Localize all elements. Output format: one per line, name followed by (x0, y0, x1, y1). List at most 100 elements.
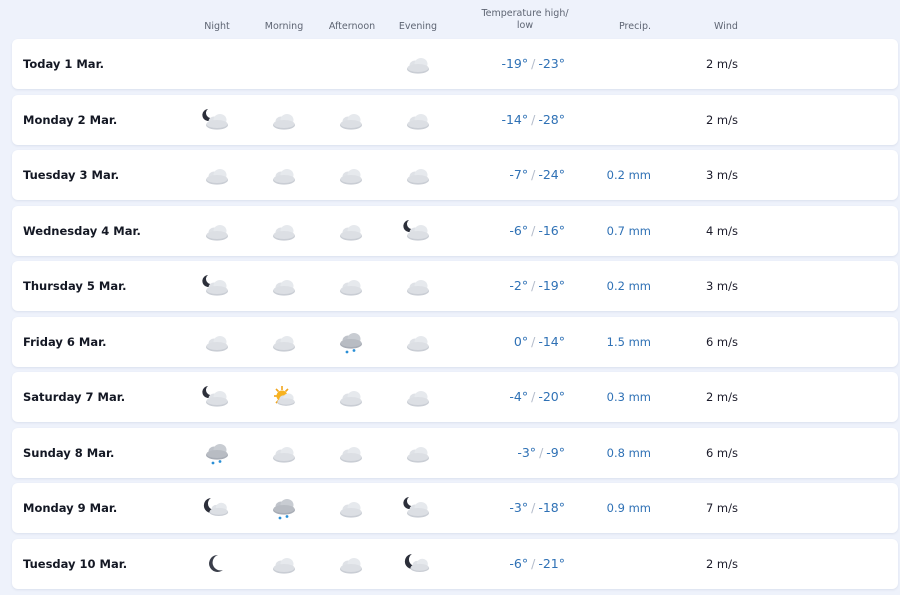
cloudy-icon (336, 439, 366, 467)
cloudy-icon (269, 161, 299, 189)
day-label: Friday 6 Mar. (23, 334, 107, 349)
cloudy-icon (336, 161, 366, 189)
forecast-row[interactable]: Monday 9 Mar. -3° / -18° 0.9 mm 7 m/s (12, 483, 898, 533)
header-night: Night (204, 21, 230, 32)
temperature-separator: / (531, 167, 536, 182)
day-label: Monday 9 Mar. (23, 501, 118, 515)
temperature-range: -3° / -18° (509, 483, 565, 533)
temperature-low: -21° (538, 555, 565, 571)
cloudy-night-icon (202, 383, 232, 411)
cloudy-icon (202, 328, 232, 356)
day-label: Tuesday 10 Mar. (23, 556, 128, 571)
precipitation-value: 0.2 mm (606, 279, 651, 293)
temperature-range: -19° / -23° (501, 39, 565, 89)
temperature-high: -4° (509, 389, 529, 404)
precipitation-value: 0.8 mm (606, 445, 651, 460)
cloudy-icon (269, 328, 299, 356)
light-rain-icon (336, 328, 366, 356)
partly-sunny-icon (269, 383, 299, 411)
cloudy-icon (403, 161, 433, 189)
temperature-range: -4° / -20° (509, 372, 565, 422)
day-label: Sunday 8 Mar. (23, 445, 115, 460)
header-temperature-line2: low (516, 20, 534, 31)
cloudy-icon (269, 550, 299, 578)
cloudy-icon (269, 439, 299, 467)
forecast-row[interactable]: Tuesday 3 Mar. -7° / -24° 0.2 mm 3 m/s (12, 150, 898, 200)
wind-speed: 3 m/s (705, 279, 738, 293)
cloudy-icon (269, 217, 299, 245)
cloudy-night-icon (403, 217, 433, 245)
wind-speed: 2 m/s (705, 57, 738, 71)
day-label: Thursday 5 Mar. (23, 279, 127, 293)
temperature-range: -6° / -21° (509, 539, 565, 589)
temperature-separator: / (531, 56, 536, 71)
temperature-low: -24° (538, 167, 565, 182)
temperature-low: -28° (538, 111, 565, 127)
temperature-high: -3° (517, 444, 537, 460)
cloudy-icon (403, 50, 433, 78)
temperature-low: -23° (538, 56, 565, 71)
light-rain-icon (269, 494, 299, 522)
temperature-range: -3° / -9° (517, 428, 565, 478)
temperature-range: -2° / -19° (509, 261, 565, 311)
temperature-range: -14° / -28° (501, 95, 565, 145)
day-label: Saturday 7 Mar. (23, 390, 126, 404)
cloudy-icon (336, 217, 366, 245)
cloudy-icon (336, 272, 366, 300)
wind-speed: 6 m/s (705, 445, 738, 460)
cloudy-icon (336, 383, 366, 411)
day-label: Today 1 Mar. (23, 57, 104, 71)
header-temperature: Temperature high/ low (470, 8, 580, 32)
wind-speed: 2 m/s (705, 390, 738, 404)
temperature-range: 0° / -14° (514, 317, 565, 367)
temperature-separator: / (531, 555, 536, 571)
header-evening: Evening (398, 21, 438, 32)
clear-night-icon (202, 550, 232, 578)
cloudy-icon (336, 550, 366, 578)
day-label: Tuesday 3 Mar. (23, 168, 120, 182)
temperature-separator: / (531, 111, 536, 127)
temperature-range: -6° / -16° (509, 206, 565, 256)
forecast-row[interactable]: Today 1 Mar. -19° / -23° 2 m/s (12, 39, 898, 89)
cloudy-night-icon (202, 272, 232, 300)
day-label: Wednesday 4 Mar. (23, 223, 141, 238)
wind-speed: 3 m/s (705, 168, 738, 182)
header-afternoon: Afternoon (328, 21, 376, 32)
wind-speed: 4 m/s (705, 223, 738, 238)
precipitation-value: 0.9 mm (606, 501, 651, 515)
cloudy-icon (336, 106, 366, 134)
temperature-low: -19° (538, 278, 565, 293)
temperature-high: -6° (509, 222, 529, 238)
cloudy-icon (403, 383, 433, 411)
temperature-separator: / (531, 278, 536, 293)
partly-cloudy-night-icon (202, 494, 232, 522)
temperature-separator: / (531, 222, 536, 238)
temperature-low: -20° (538, 389, 565, 404)
temperature-separator: / (531, 333, 536, 349)
temperature-range: -7° / -24° (509, 150, 565, 200)
precipitation-value: 0.3 mm (606, 390, 651, 404)
cloudy-icon (202, 161, 232, 189)
forecast-header: Night Morning Afternoon Evening Temperat… (0, 0, 900, 38)
wind-speed: 2 m/s (705, 112, 738, 127)
cloudy-icon (403, 439, 433, 467)
temperature-high: -7° (509, 167, 529, 182)
forecast-row[interactable]: Tuesday 10 Mar. -6° / -21° 2 m/s (12, 538, 898, 589)
wind-speed: 6 m/s (705, 334, 738, 349)
precipitation-value: 1.5 mm (606, 334, 651, 349)
day-label: Monday 2 Mar. (23, 112, 118, 127)
temperature-high: -14° (501, 111, 529, 127)
forecast-list: Today 1 Mar. -19° / -23° 2 m/s Monday 2 Mar. -… (12, 39, 898, 594)
forecast-row[interactable]: Wednesday 4 Mar. -6° / -16° 0.7 mm 4 m/s (12, 205, 898, 256)
temperature-separator: / (531, 500, 536, 515)
forecast-row[interactable]: Sunday 8 Mar. -3° / -9° 0.8 mm 6 m/s (12, 427, 898, 478)
header-wind: Wind (714, 21, 738, 32)
temperature-low: -9° (546, 444, 565, 460)
forecast-row[interactable]: Saturday 7 Mar. -4° / -20° 0.3 mm 2 m/s (12, 372, 898, 422)
cloudy-night-icon (403, 494, 433, 522)
header-precipitation: Precip. (618, 21, 652, 32)
forecast-row[interactable]: Monday 2 Mar. -14° / -28° 2 m/s (12, 94, 898, 145)
forecast-row[interactable]: Friday 6 Mar. 0° / -14° 1.5 mm 6 m/s (12, 316, 898, 367)
temperature-high: -6° (509, 555, 529, 571)
forecast-row[interactable]: Thursday 5 Mar. -2° / -19° 0.2 mm 3 m/s (12, 261, 898, 311)
